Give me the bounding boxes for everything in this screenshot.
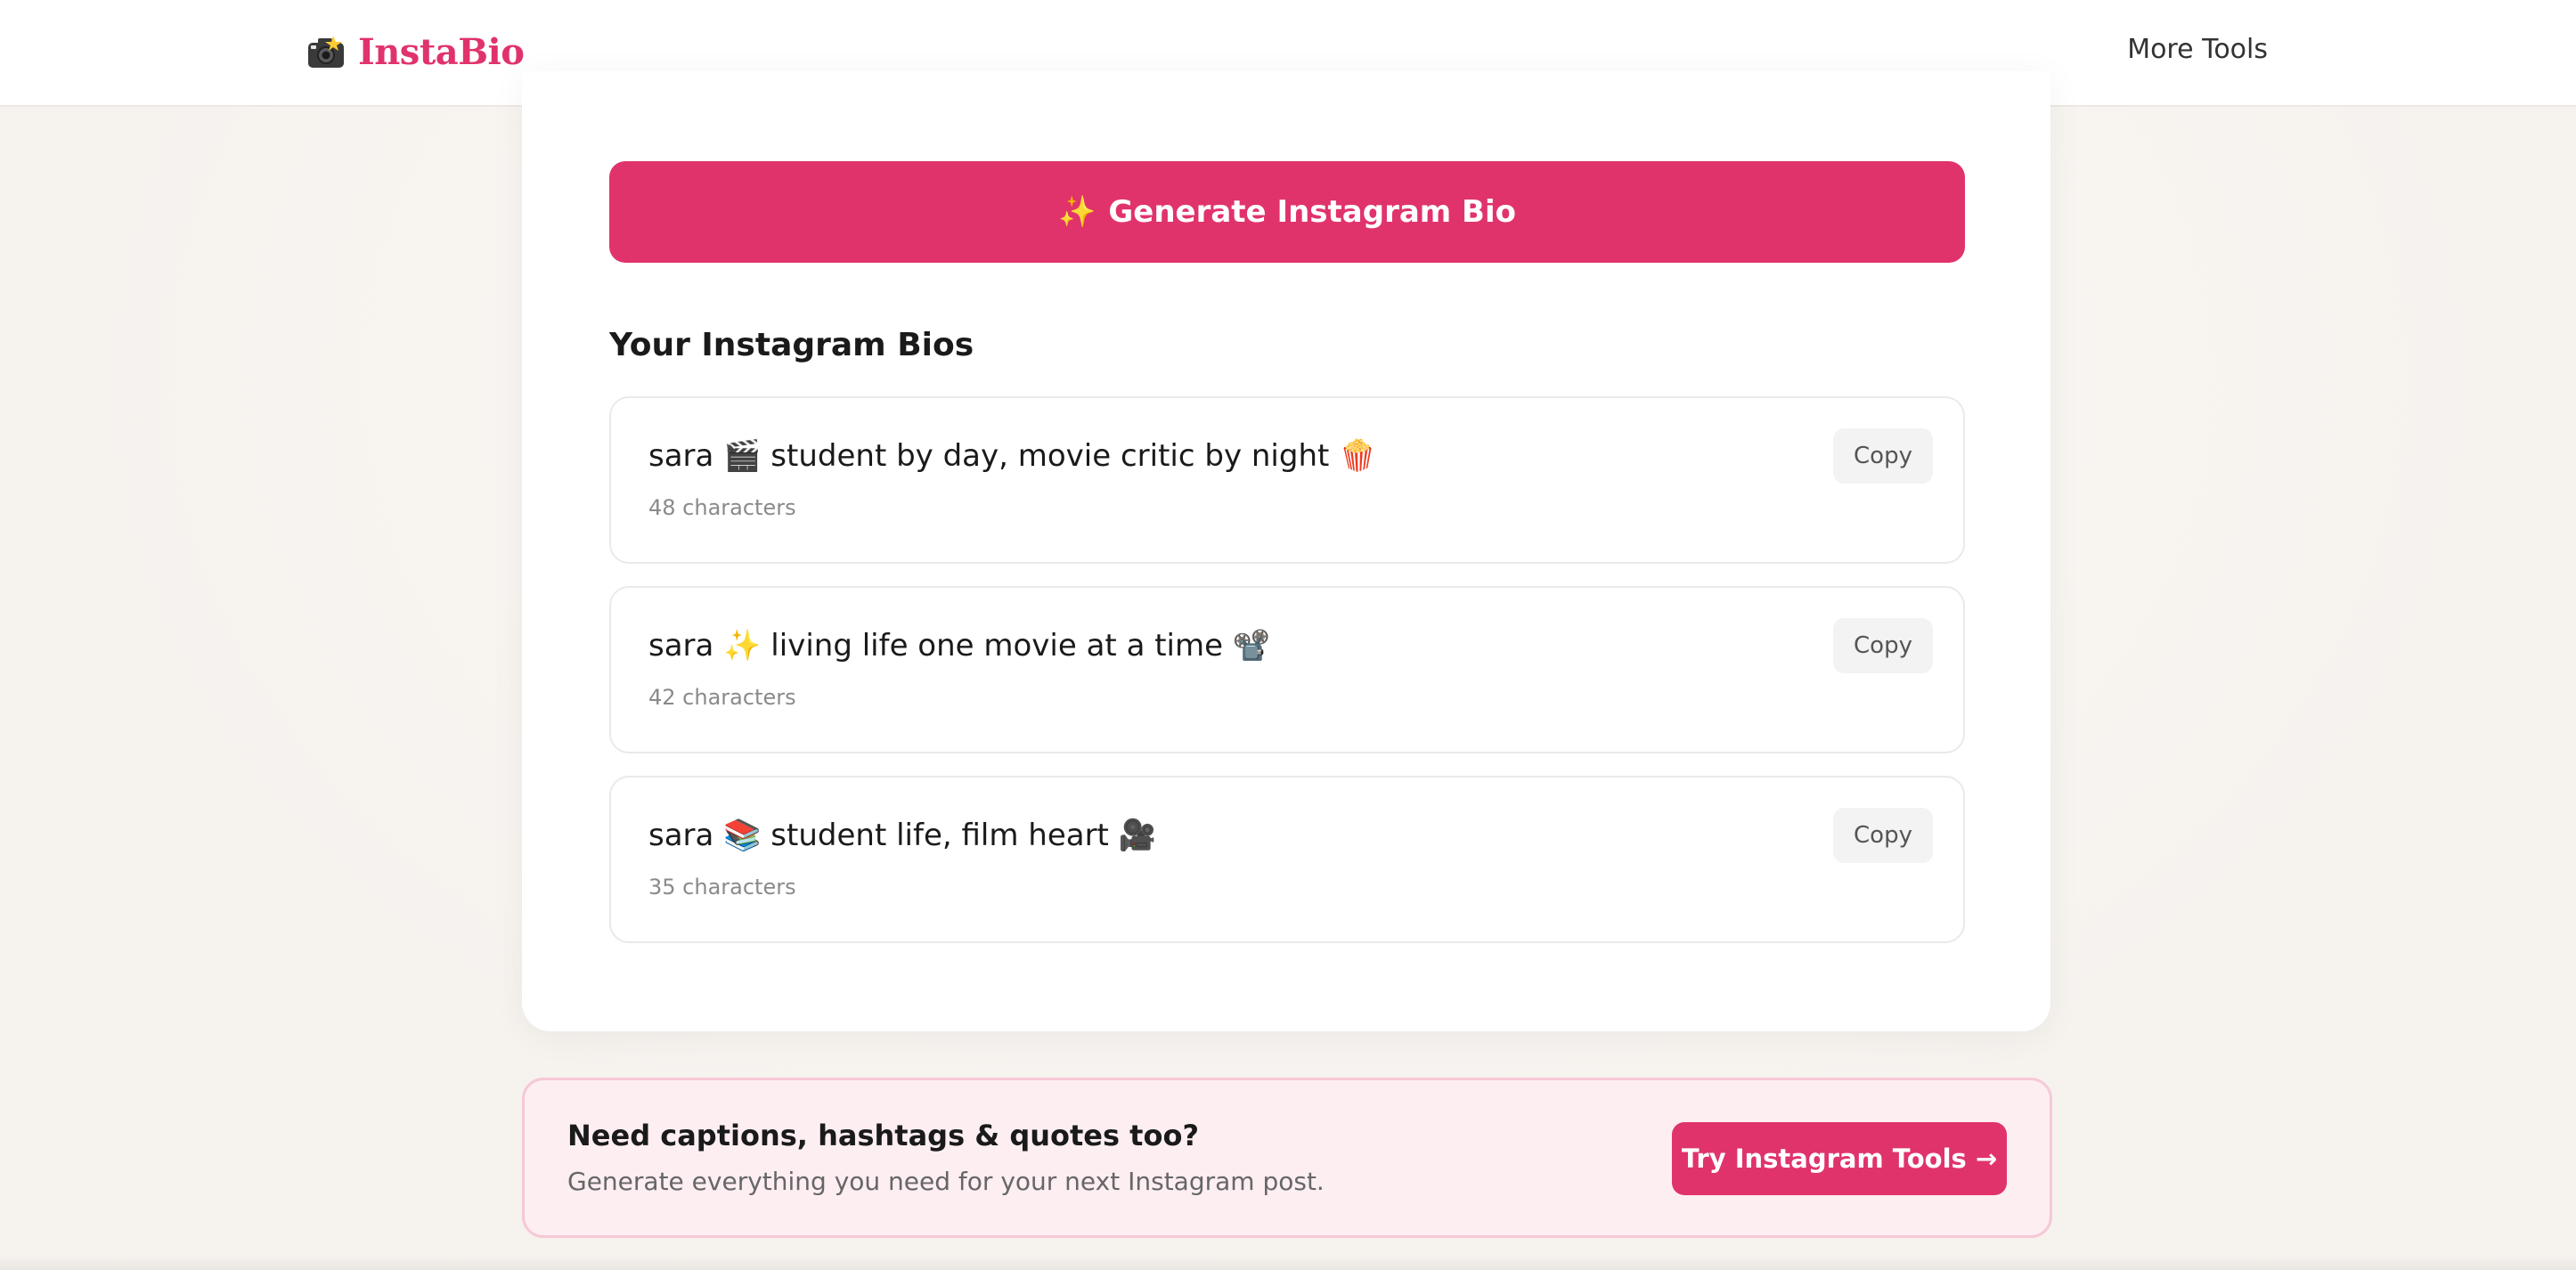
banner-subtitle: Generate everything you need for your ne… <box>567 1167 1325 1196</box>
page: InstaBio More Tools ✨ Generate Instagram… <box>0 0 2576 1270</box>
generate-bio-button[interactable]: ✨ Generate Instagram Bio <box>609 161 1965 263</box>
generator-card: ✨ Generate Instagram Bio Your Instagram … <box>522 71 2050 1031</box>
camera-flash-icon <box>306 34 346 69</box>
generate-button-label: Generate Instagram Bio <box>1108 194 1516 230</box>
page-bottom-shadow <box>0 1256 2576 1270</box>
bio-card: sara 📚 student life, film heart 🎥 35 cha… <box>609 776 1965 943</box>
bio-text: sara 🎬 student by day, movie critic by n… <box>648 438 1377 474</box>
nav-more-tools-link[interactable]: More Tools <box>2127 30 2268 69</box>
site-logo[interactable]: InstaBio <box>306 25 525 78</box>
sparkles-icon: ✨ <box>1058 194 1096 230</box>
copy-button[interactable]: Copy <box>1833 618 1933 673</box>
bio-text: sara ✨ living life one movie at a time 📽… <box>648 628 1271 663</box>
bio-card: sara 🎬 student by day, movie critic by n… <box>609 396 1965 564</box>
logo-text: InstaBio <box>358 30 525 73</box>
bio-card: sara ✨ living life one movie at a time 📽… <box>609 586 1965 753</box>
bio-character-count: 42 characters <box>648 685 796 710</box>
bio-character-count: 35 characters <box>648 875 796 900</box>
copy-button[interactable]: Copy <box>1833 428 1933 484</box>
results-title: Your Instagram Bios <box>609 327 974 363</box>
bio-character-count: 48 characters <box>648 495 796 520</box>
try-instagram-tools-button[interactable]: Try Instagram Tools → <box>1672 1122 2007 1195</box>
bio-text: sara 📚 student life, film heart 🎥 <box>648 818 1157 853</box>
copy-button[interactable]: Copy <box>1833 808 1933 863</box>
banner-title: Need captions, hashtags & quotes too? <box>567 1119 1199 1152</box>
instagram-tools-banner: Need captions, hashtags & quotes too? Ge… <box>522 1078 2052 1238</box>
